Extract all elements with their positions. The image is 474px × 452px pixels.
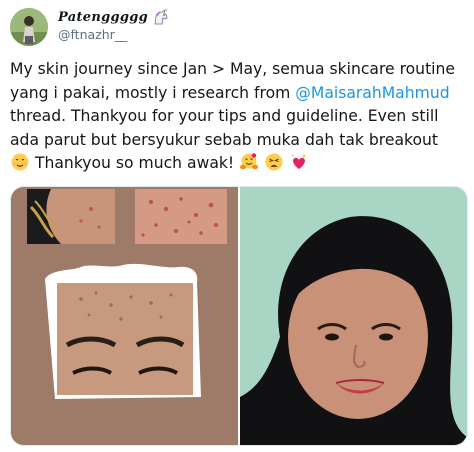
- tweet-line-text: yang i pakai, mostly i research from: [10, 83, 296, 102]
- tweet-line-text: Thankyou so much awak!: [34, 154, 235, 172]
- tweet-line: yang i pakai, mostly i research from @Ma…: [10, 82, 468, 106]
- weary-face-icon: [265, 153, 283, 171]
- smiling-face-icon: [11, 153, 29, 171]
- media-grid: [10, 186, 468, 446]
- tweet-line: Thankyou so much awak!: [10, 152, 468, 176]
- before-collage-photo[interactable]: [11, 187, 238, 445]
- tweet-line: ada parut but bersyukur sebab muka dah t…: [10, 130, 439, 149]
- tweet-text: My skin journey since Jan > May, semua s…: [10, 58, 468, 176]
- avatar[interactable]: [10, 8, 48, 46]
- sparkling-heart-icon: [291, 154, 307, 169]
- mention-link[interactable]: @MaisarahMahmud: [295, 84, 449, 102]
- display-name-text: Patenggggg: [58, 9, 149, 25]
- tweet-line: thread. Thankyou for your tips and guide…: [10, 107, 439, 125]
- display-name[interactable]: Patenggggg: [58, 9, 170, 25]
- unicorn-icon: [154, 9, 169, 25]
- handle[interactable]: @ftnazhr__: [58, 27, 127, 42]
- after-selfie-photo[interactable]: [240, 187, 467, 445]
- tweet-line: My skin journey since Jan > May, semua s…: [10, 60, 455, 78]
- hugging-face-icon: [240, 153, 259, 170]
